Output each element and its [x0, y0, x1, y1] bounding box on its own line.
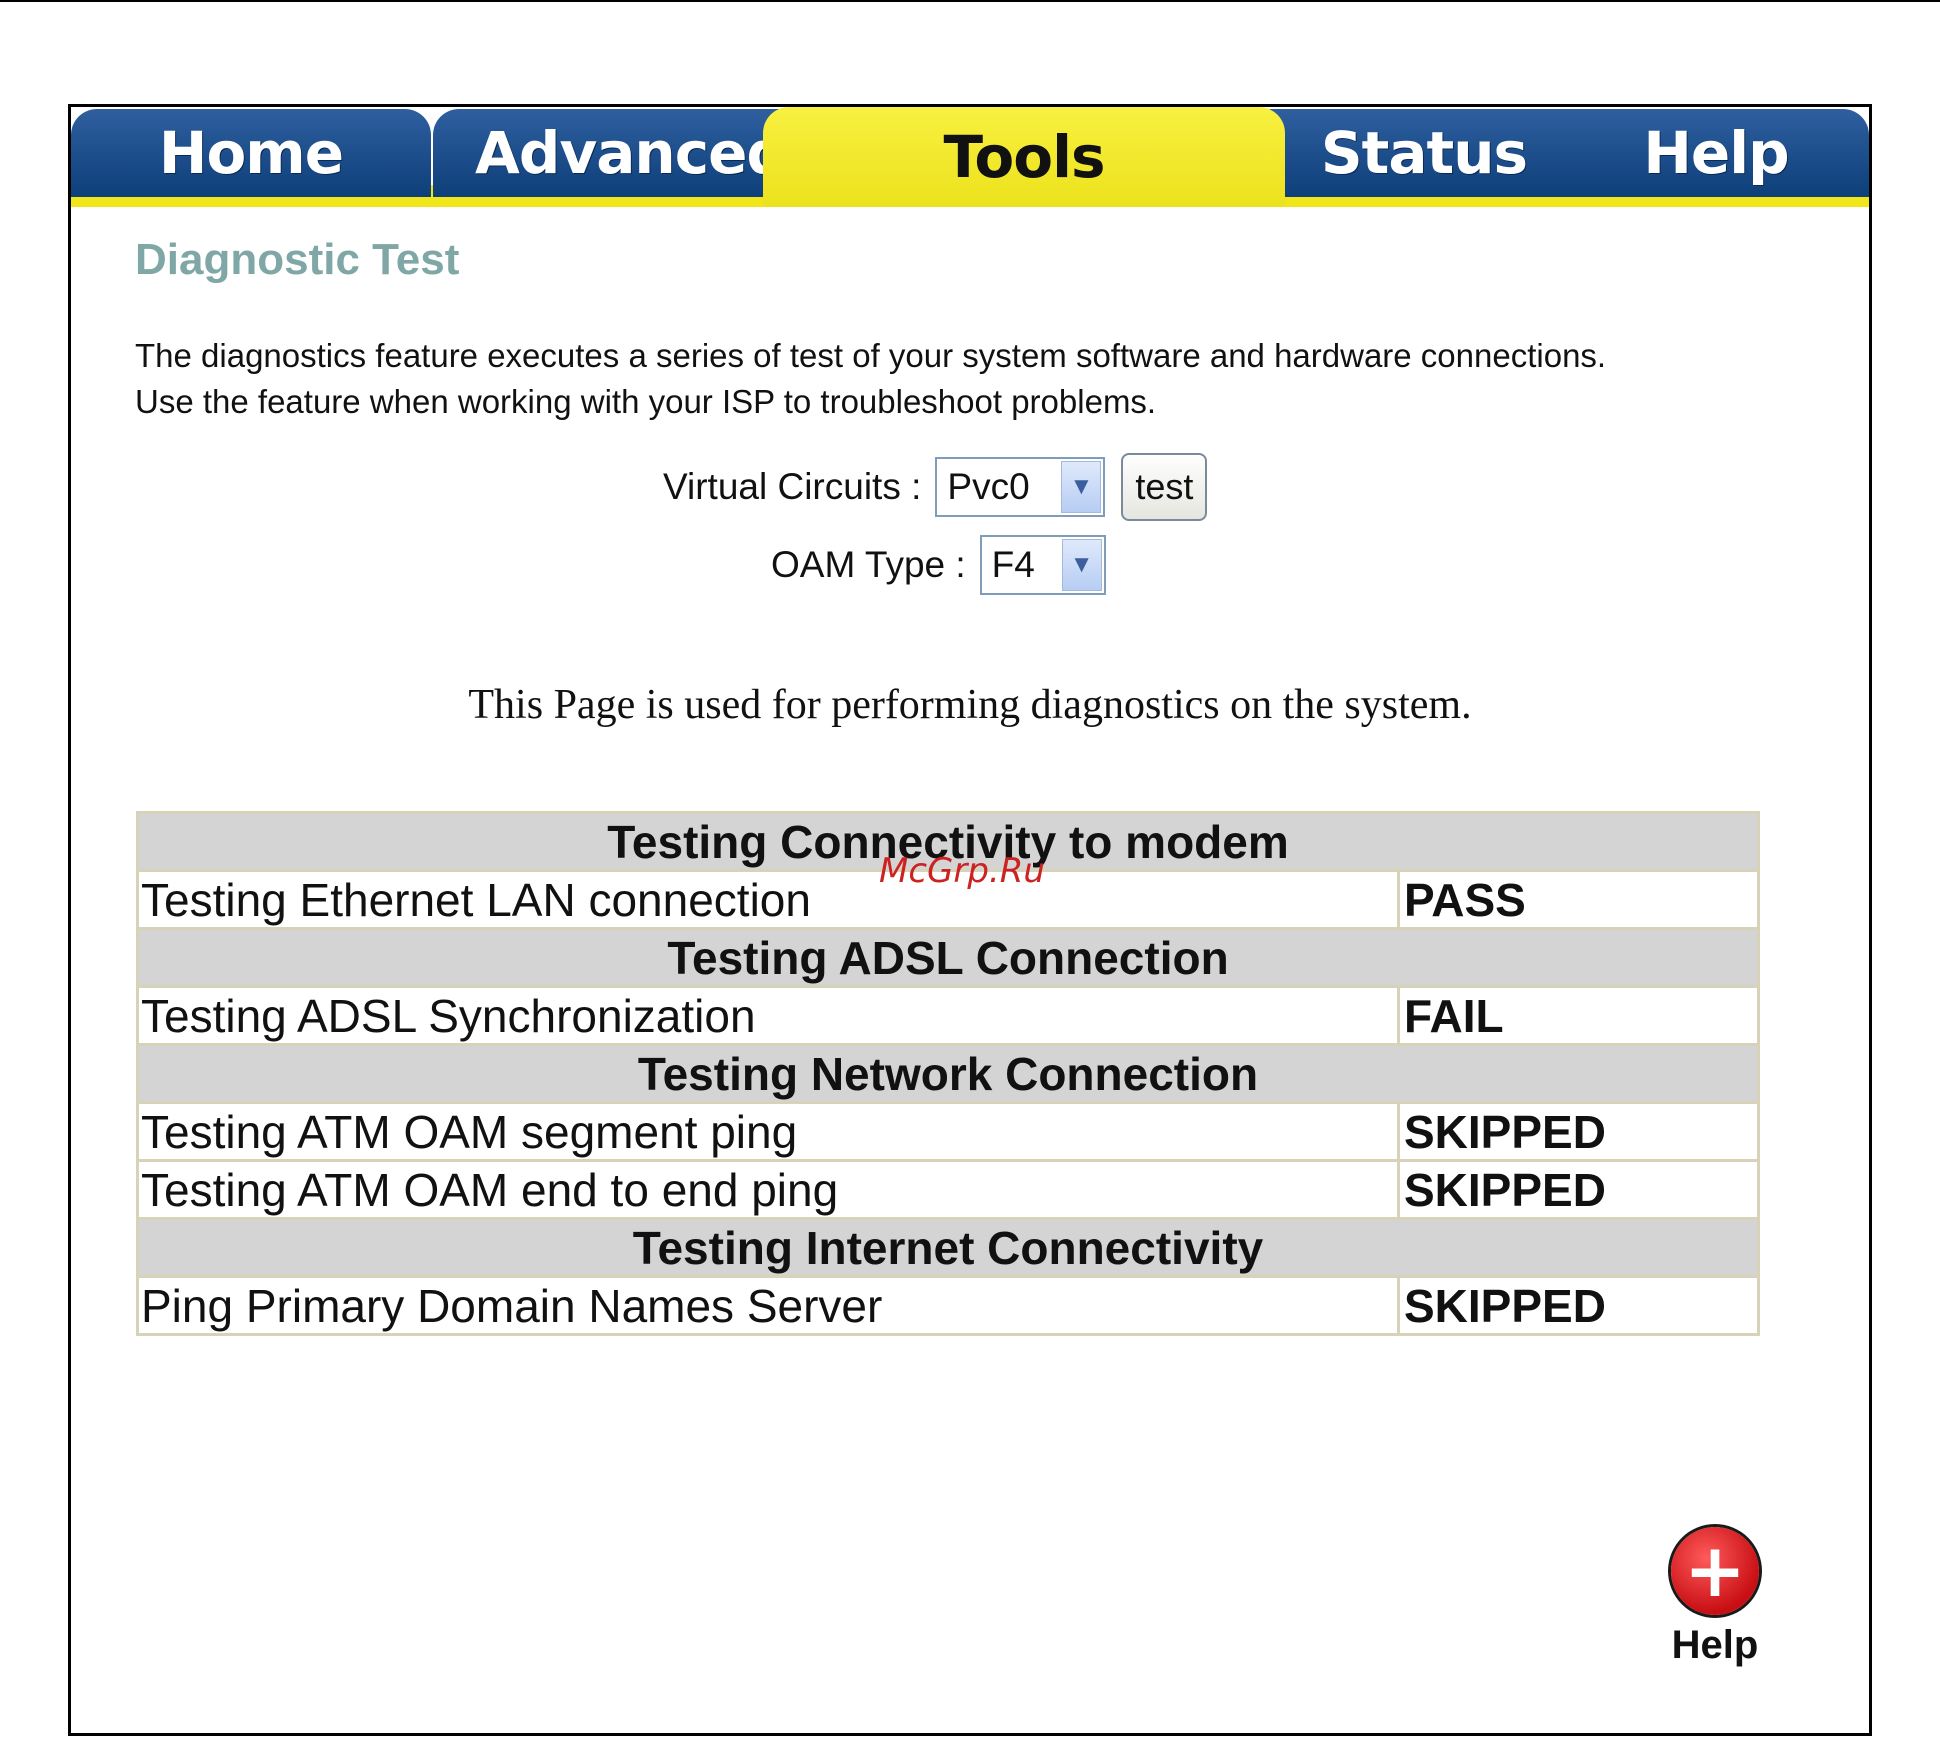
- table-row: Ping Primary Domain Names Server SKIPPED: [136, 1275, 1760, 1336]
- test-name: Ping Primary Domain Names Server: [136, 1275, 1400, 1336]
- virtual-circuits-select[interactable]: Pvc0 ▼: [935, 457, 1106, 517]
- help-link-label: Help: [1671, 1623, 1759, 1667]
- watermark-text: McGrp.Ru: [879, 851, 1045, 891]
- test-status: PASS: [1397, 869, 1760, 930]
- tab-home[interactable]: Home: [71, 109, 431, 197]
- test-status: SKIPPED: [1397, 1275, 1760, 1336]
- chevron-down-icon: ▼: [1061, 539, 1102, 591]
- virtual-circuits-row: Virtual Circuits : Pvc0 ▼ test: [663, 453, 1208, 521]
- main-nav: Home Advanced Tools Status Help: [71, 107, 1869, 217]
- test-button[interactable]: test: [1121, 453, 1208, 521]
- plus-circle-icon: +: [1671, 1527, 1759, 1615]
- table-row: Testing ATM OAM end to end ping SKIPPED: [136, 1159, 1760, 1220]
- table-row: Testing ATM OAM segment ping SKIPPED: [136, 1101, 1760, 1162]
- chevron-down-icon: ▼: [1061, 461, 1102, 513]
- test-name: Testing Ethernet LAN connection: [136, 869, 1400, 930]
- virtual-circuits-label: Virtual Circuits :: [663, 466, 922, 507]
- page-description: The diagnostics feature executes a serie…: [135, 337, 1607, 420]
- router-page-frame: Home Advanced Tools Status Help Diagnost…: [68, 104, 1872, 1736]
- section-header-row: Testing ADSL Connection: [136, 927, 1760, 988]
- virtual-circuits-value: Pvc0: [947, 466, 1030, 507]
- test-name: Testing ATM OAM end to end ping: [136, 1159, 1400, 1220]
- section-title: Testing Internet Connectivity: [136, 1217, 1760, 1278]
- oam-type-select[interactable]: F4 ▼: [979, 535, 1106, 595]
- test-status: SKIPPED: [1397, 1159, 1760, 1220]
- info-line: This Page is used for performing diagnos…: [468, 682, 1472, 728]
- section-header-row: Testing Internet Connectivity: [136, 1217, 1760, 1278]
- oam-type-value: F4: [991, 544, 1035, 585]
- test-name: Testing ATM OAM segment ping: [136, 1101, 1400, 1162]
- page-title: Diagnostic Test: [135, 235, 460, 284]
- section-title: Testing Network Connection: [136, 1043, 1760, 1104]
- top-rule: [0, 0, 1940, 2]
- test-name: Testing ADSL Synchronization: [136, 985, 1400, 1046]
- section-header-row: Testing Network Connection: [136, 1043, 1760, 1104]
- oam-type-row: OAM Type : F4 ▼: [771, 535, 1106, 595]
- test-status: SKIPPED: [1397, 1101, 1760, 1162]
- table-row: Testing ADSL Synchronization FAIL: [136, 985, 1760, 1046]
- tab-tools[interactable]: Tools: [763, 107, 1285, 207]
- help-link[interactable]: + Help: [1645, 1527, 1785, 1668]
- section-title: Testing ADSL Connection: [136, 927, 1760, 988]
- test-status: FAIL: [1397, 985, 1760, 1046]
- tab-help[interactable]: Help: [1563, 109, 1869, 197]
- oam-type-label: OAM Type :: [771, 544, 966, 585]
